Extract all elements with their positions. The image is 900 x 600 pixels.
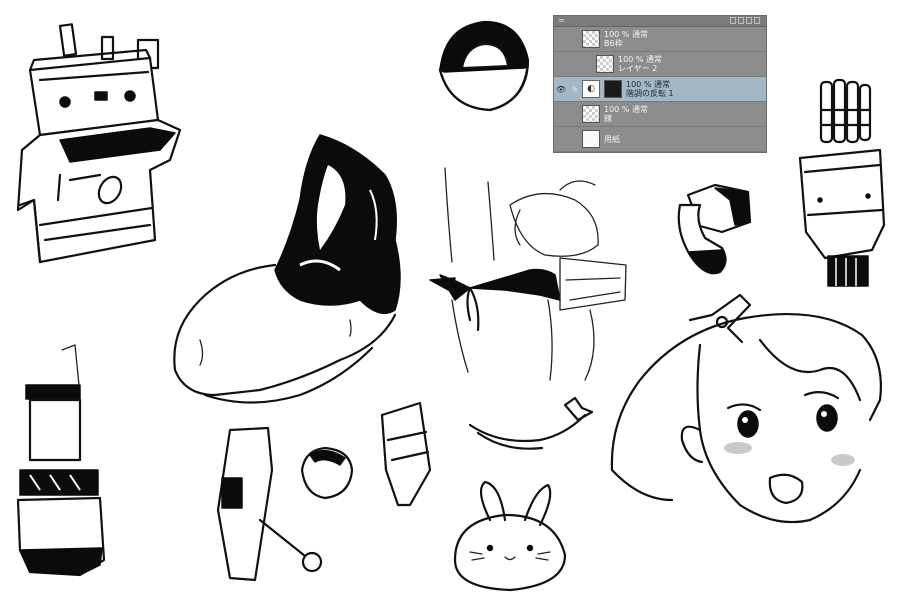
- panel-grip-icon[interactable]: ≈: [558, 16, 565, 26]
- layer-name: 階調の反転 1: [626, 89, 674, 98]
- layer-name: 用紙: [604, 134, 620, 144]
- swimsuit-figure-sketch: [173, 134, 401, 404]
- arm-gauntlet-sketch: [16, 344, 106, 577]
- tool-wrench-sketch: [216, 426, 323, 582]
- correction-layer-icon: ◐: [582, 80, 600, 98]
- bottle-sketch: [380, 401, 432, 507]
- pen-link-icon[interactable]: ✎: [568, 85, 582, 94]
- layer-panel-header: ≈: [554, 16, 766, 27]
- layer-thumbnail: [596, 55, 614, 73]
- panel-option-icon[interactable]: [738, 17, 744, 24]
- visibility-eye-icon[interactable]: 👁: [554, 85, 568, 94]
- bow-figure-sketch: [429, 167, 627, 381]
- mech-turret-sketch: [16, 23, 182, 264]
- panel-option-icon[interactable]: [746, 17, 752, 24]
- girl-head-sketch: [610, 293, 882, 524]
- layer-row-paper[interactable]: 用紙: [554, 127, 766, 152]
- layer-name: レイヤー 2: [618, 64, 658, 73]
- layer-name: B6枠: [604, 39, 623, 48]
- layer-blend-label: 100 % 通常: [618, 55, 662, 64]
- bunny-sketch: [453, 480, 567, 592]
- layer-blend-label: 100 % 通常: [604, 30, 648, 39]
- layer-row-line[interactable]: 100 % 通常 線: [554, 102, 766, 127]
- ribbon-sketch: [468, 396, 594, 450]
- layer-panel: ≈ 100 % 通常 B6枠 100 % 通常 レイヤー 2 👁 ✎ ◐ 100…: [553, 15, 767, 153]
- clamp-part-sketch: [677, 183, 752, 275]
- layer-blend-label: 100 % 通常: [604, 105, 648, 114]
- paper-thumbnail: [582, 130, 600, 148]
- layer-row-invert[interactable]: 👁 ✎ ◐ 100 % 通常 階調の反転 1: [554, 77, 766, 102]
- panel-option-icon[interactable]: [754, 17, 760, 24]
- layer-row-b6frame[interactable]: 100 % 通常 B6枠: [554, 27, 766, 52]
- mask-thumbnail: [604, 80, 622, 98]
- layer-name: 線: [604, 114, 612, 123]
- round-cap-sketch: [300, 446, 354, 500]
- head-inversion-sketch: [438, 20, 530, 112]
- layer-thumbnail: [582, 30, 600, 48]
- layer-blend-label: 100 % 通常: [626, 80, 670, 89]
- panel-option-icon[interactable]: [730, 17, 736, 24]
- layer-thumbnail: [582, 105, 600, 123]
- layer-row-layer2[interactable]: 100 % 通常 レイヤー 2: [554, 52, 766, 77]
- mech-glove-sketch: [798, 78, 886, 287]
